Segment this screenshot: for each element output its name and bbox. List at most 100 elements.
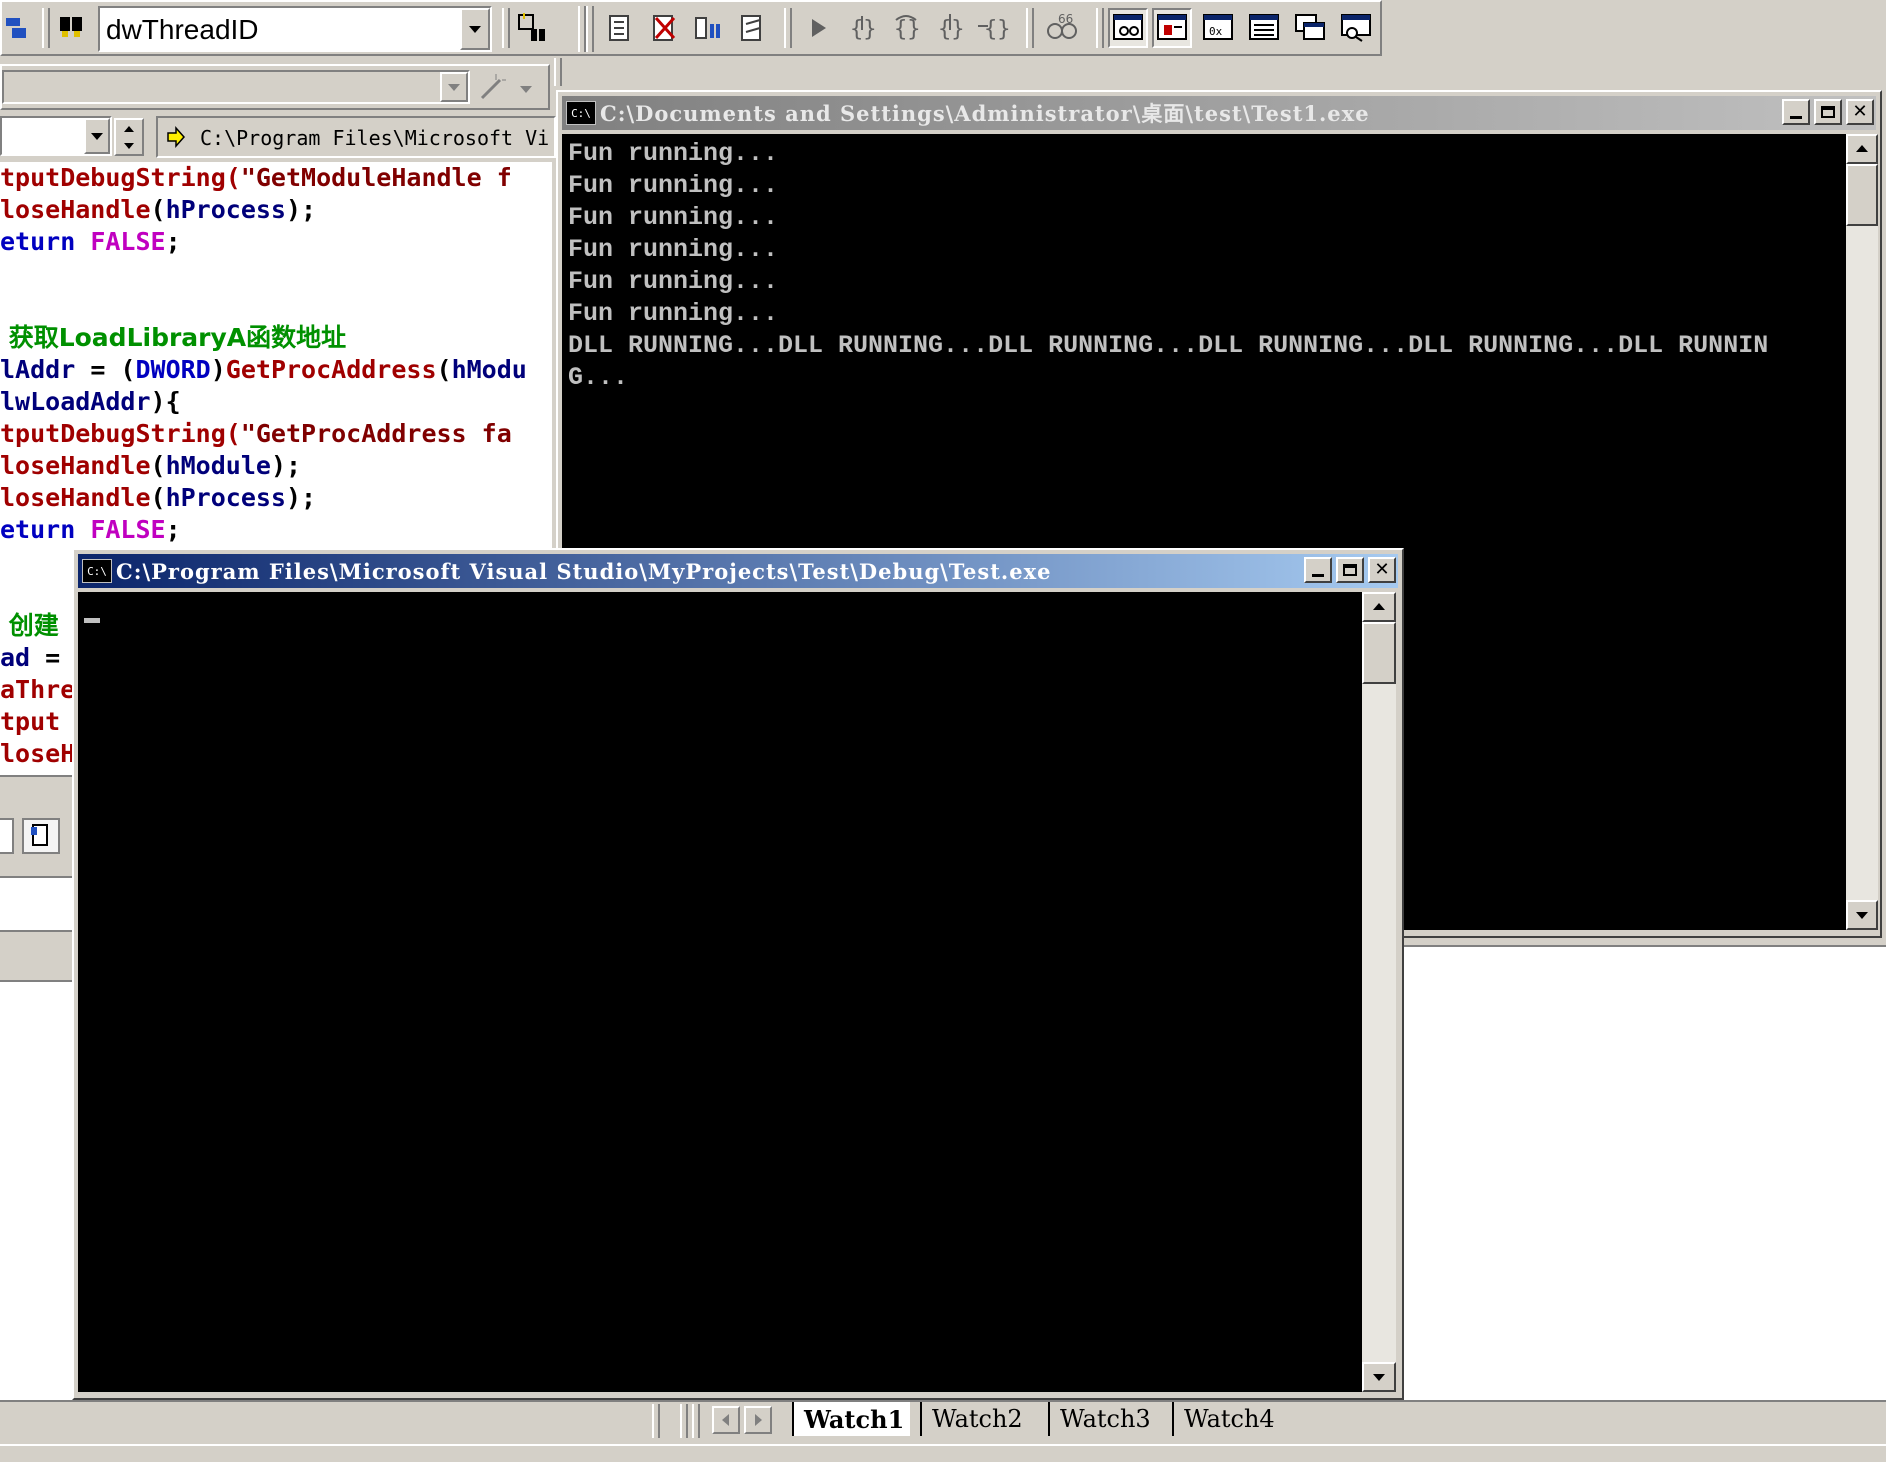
console-icon[interactable]: C:\ [82,559,112,583]
wizard-action-icon[interactable] [478,72,508,102]
close-button[interactable]: ✕ [1368,557,1396,583]
console-output-area-test[interactable] [78,592,1362,1392]
tab-watch3[interactable]: Watch3 [1048,1402,1160,1436]
code-token: ) [210,355,226,384]
variables-window-icon[interactable] [1152,8,1192,48]
toolbar-grip[interactable] [784,8,792,48]
console-window-test1-titlebar[interactable]: C:\ C:\Documents and Settings\Administra… [562,96,1876,130]
code-token: ad [0,643,46,672]
toolbar-grip[interactable] [1026,8,1034,48]
toolbar-row-1: dwThreadID {} {} {} {} 66 0x [0,0,1382,56]
chevron-down-icon [1856,912,1868,919]
chevron-up-icon [1856,145,1868,152]
maximize-button[interactable] [1814,99,1842,125]
minimize-button[interactable] [1782,99,1810,125]
wizard-combo-dropdown-button[interactable] [440,72,468,102]
maximize-button[interactable] [1336,557,1364,583]
scroll-thumb[interactable] [1846,164,1878,226]
code-token: tputDebugString( [0,419,241,448]
watch-window-icon[interactable] [1108,8,1148,48]
code-token: loseHandle [0,483,151,512]
chevron-down-icon [91,133,103,140]
left-panel-blank [0,982,72,1402]
source-path-field[interactable]: C:\Program Files\Microsoft Vi [156,116,556,158]
scroll-down-button[interactable] [1362,1362,1396,1392]
tab-scroll-right-button[interactable] [744,1406,772,1434]
console-test1-scrollbar[interactable] [1846,134,1878,930]
code-token: = ( [90,355,136,384]
scroll-thumb[interactable] [1362,622,1396,684]
stop-debugging-icon[interactable] [644,8,684,48]
location-bar: C:\Program Files\Microsoft Vi [0,112,556,162]
disassembly-window-icon[interactable] [1336,8,1376,48]
code-token: ); [286,483,317,512]
registers-window-icon[interactable]: 0x [1198,8,1238,48]
console-icon[interactable]: C:\ [566,101,596,125]
call-stack-window-icon[interactable] [1290,8,1330,48]
wizard-bar [0,64,550,110]
code-line: tputDebugString("GetProcAddress fa [0,418,527,450]
maximize-icon [1343,564,1357,576]
code-line: loseHandle(hProcess); [0,482,527,514]
output-icon[interactable] [0,818,14,854]
code-token: "GetModuleHandle f [240,163,512,192]
toolbar-grip[interactable] [502,8,510,48]
tab-watch4[interactable]: Watch4 [1172,1402,1284,1436]
find-combo-dropdown-button[interactable] [460,8,490,50]
wizard-combo[interactable] [2,70,470,104]
code-token: hProcess [165,195,286,224]
find-combo[interactable]: dwThreadID [98,6,492,52]
panel-splitter[interactable] [652,1404,660,1438]
code-token: ( [150,451,166,480]
svg-text:{}: {} [850,17,877,42]
tab-watch2[interactable]: Watch2 [920,1402,1036,1436]
break-execution-icon[interactable] [688,8,728,48]
console-output-text: Fun running... Fun running... Fun runnin… [568,139,1769,392]
maximize-icon [1821,106,1835,118]
code-token: FALSE [90,227,166,256]
console-test-scrollbar[interactable] [1362,592,1396,1392]
code-token: hModule [165,451,271,480]
restart-icon[interactable] [600,8,640,48]
scroll-down-button[interactable] [1846,900,1878,930]
panel-splitter[interactable] [680,1404,688,1438]
code-line: tputDebugString("GetModuleHandle f [0,162,527,194]
toolbar-grip[interactable] [578,6,586,52]
show-next-statement-icon[interactable] [798,8,838,48]
memory-window-icon[interactable] [1244,8,1284,48]
context-combo-dropdown-button[interactable] [84,118,110,154]
scroll-up-button[interactable] [1846,134,1878,164]
step-over-icon[interactable]: {} [886,8,926,48]
console-window-test-titlebar[interactable]: C:\ C:\Program Files\Microsoft Visual St… [78,554,1398,588]
chevron-down-icon [124,142,134,149]
console-window-test[interactable]: C:\ C:\Program Files\Microsoft Visual St… [72,548,1404,1400]
workspace-icon[interactable] [2,8,32,48]
toolbar-grip[interactable] [1096,8,1104,48]
svg-text:66: 66 [1058,13,1073,26]
quick-watch-icon[interactable]: 66 [1042,8,1082,48]
toolbar-grip[interactable] [42,8,50,48]
chevron-down-icon[interactable] [518,80,534,94]
file-view-icon[interactable] [22,818,60,854]
svg-text:{}: {} [894,17,921,42]
code-token: lAddr [0,355,91,384]
close-button[interactable]: ✕ [1846,99,1874,125]
code-token: hModu [451,355,527,384]
apply-code-changes-icon[interactable] [732,8,772,48]
panel-splitter[interactable] [692,1404,700,1438]
toolbar-grip[interactable] [586,6,594,52]
context-spin-button[interactable] [114,118,144,156]
context-combo[interactable] [0,116,112,156]
tab-scroll-left-button[interactable] [712,1406,740,1434]
tab-watch1[interactable]: Watch1 [792,1402,910,1436]
step-out-icon[interactable]: {} [930,8,970,48]
step-into-icon[interactable]: {} [842,8,882,48]
minimize-button[interactable] [1304,557,1332,583]
run-to-cursor-icon[interactable]: {} [974,8,1014,48]
toolbar-grip[interactable] [554,58,562,86]
scroll-up-button[interactable] [1362,592,1396,622]
chevron-up-icon [1373,603,1385,610]
find-icon[interactable] [54,8,94,48]
find-in-files-icon[interactable] [512,8,552,48]
